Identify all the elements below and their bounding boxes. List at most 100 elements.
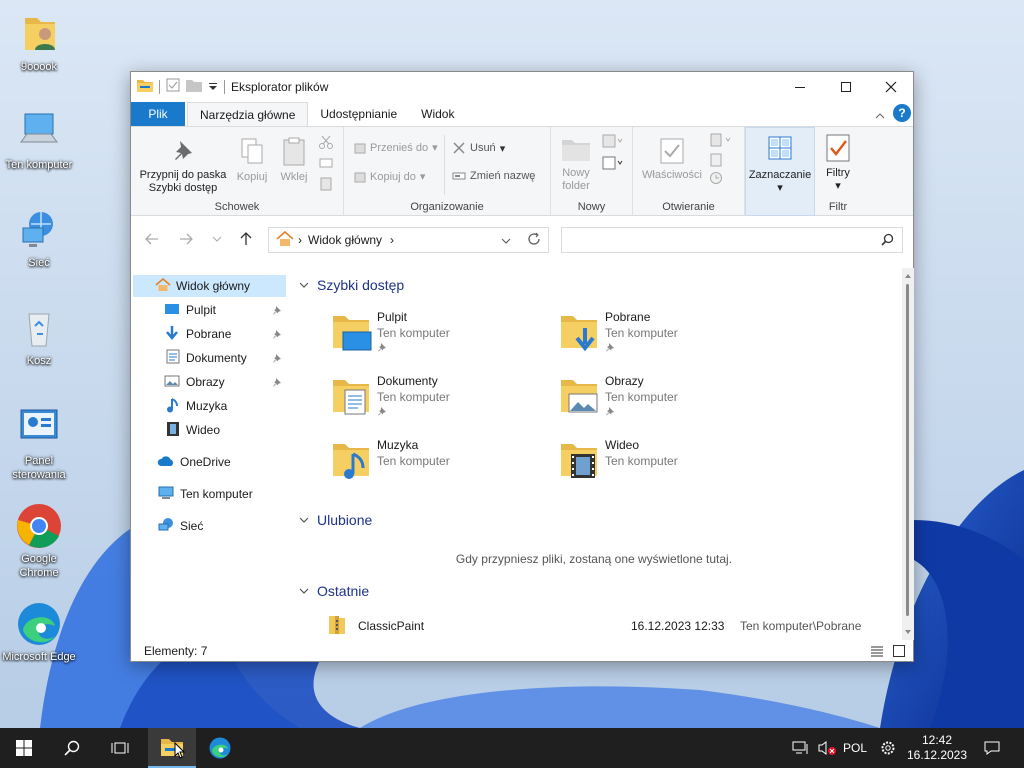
- move-to-button[interactable]: Przenieś do ▾: [354, 141, 438, 154]
- pin-icon[interactable]: [272, 304, 282, 318]
- search-box[interactable]: [561, 227, 903, 253]
- notifications-icon[interactable]: [978, 728, 1006, 768]
- section-header-recent[interactable]: Ostatnie: [299, 583, 369, 599]
- cut-icon[interactable]: [319, 135, 333, 152]
- delete-icon: [453, 142, 465, 154]
- copy-to-button[interactable]: Kopiuj do ▾: [354, 170, 425, 183]
- edit-icon[interactable]: [709, 153, 723, 170]
- divider: [224, 79, 225, 94]
- easy-access-icon[interactable]: [601, 155, 623, 174]
- nav-item-music[interactable]: Muzyka: [133, 395, 286, 417]
- details-view-icon[interactable]: [871, 645, 883, 660]
- breadcrumb-home[interactable]: Widok główny: [308, 233, 382, 247]
- help-icon[interactable]: ?: [893, 104, 911, 122]
- settings-gear-icon[interactable]: [874, 728, 902, 768]
- paste-shortcut-icon[interactable]: [319, 177, 333, 194]
- desktop-icon-recycle-bin[interactable]: Kosz: [1, 304, 77, 368]
- new-folder-button[interactable]: Nowy folder: [555, 137, 597, 193]
- desktop-icon-chrome[interactable]: Google Chrome: [1, 502, 77, 580]
- copy-path-icon[interactable]: [319, 157, 333, 172]
- tab-view[interactable]: Widok: [409, 102, 466, 126]
- maximize-button[interactable]: [823, 72, 869, 101]
- network-status-icon[interactable]: [788, 728, 814, 768]
- forward-button[interactable]: [175, 228, 197, 250]
- desktop-icon-user[interactable]: 9ooook: [1, 10, 77, 74]
- up-button[interactable]: [235, 228, 257, 250]
- quick-access-item-videos[interactable]: Wideo Ten komputer: [559, 438, 779, 490]
- quick-access-item-desktop[interactable]: Pulpit Ten komputer: [331, 310, 551, 362]
- nav-item-this-pc[interactable]: Ten komputer: [133, 483, 286, 505]
- volume-muted-icon[interactable]: [814, 728, 840, 768]
- address-dropdown-icon[interactable]: [501, 234, 511, 248]
- item-name: Wideo: [605, 438, 640, 452]
- nav-item-onedrive[interactable]: OneDrive: [133, 451, 286, 473]
- recent-locations-button[interactable]: [206, 228, 228, 250]
- title-bar[interactable]: Eksplorator plików: [131, 72, 913, 101]
- quick-access-item-downloads[interactable]: Pobrane Ten komputer: [559, 310, 779, 362]
- quick-access-item-music[interactable]: Muzyka Ten komputer: [331, 438, 551, 490]
- paste-button[interactable]: Wklej: [275, 137, 313, 184]
- section-header-quick-access[interactable]: Szybki dostęp: [299, 277, 404, 293]
- nav-item-videos[interactable]: Wideo: [133, 419, 286, 441]
- new-folder-quick-icon[interactable]: [186, 79, 202, 95]
- properties-button[interactable]: Właściwości: [637, 137, 707, 182]
- pin-quick-access-button[interactable]: Przypnij do paska Szybki dostęp: [135, 137, 231, 195]
- desktop-icon-control-panel[interactable]: Panel sterowania: [1, 404, 77, 482]
- group-new: Nowy folder Nowy: [551, 127, 633, 216]
- scrollbar-thumb[interactable]: [906, 284, 909, 616]
- item-location: Ten komputer: [605, 390, 678, 404]
- windows-logo-icon: [16, 740, 32, 756]
- nav-item-pictures[interactable]: Obrazy: [133, 371, 286, 393]
- select-button[interactable]: Zaznaczanie ▾: [746, 134, 814, 195]
- properties-quick-icon[interactable]: [166, 78, 180, 95]
- tab-file[interactable]: Plik: [131, 102, 185, 126]
- filters-button[interactable]: Filtry ▾: [817, 133, 859, 193]
- delete-button[interactable]: Usuń ▾: [452, 141, 505, 155]
- clock[interactable]: 12:42 16.12.2023: [904, 728, 970, 768]
- arrow-right-icon: [180, 233, 193, 245]
- nav-item-documents[interactable]: Dokumenty: [133, 347, 286, 369]
- search-button[interactable]: [48, 728, 96, 768]
- new-item-icon[interactable]: [601, 133, 623, 152]
- tab-home[interactable]: Narzędzia główne: [187, 102, 309, 126]
- nav-item-network[interactable]: Sieć: [133, 515, 286, 537]
- language-indicator[interactable]: POL: [840, 728, 870, 768]
- taskbar-file-explorer[interactable]: [148, 728, 196, 768]
- pin-icon[interactable]: [272, 376, 282, 390]
- list-item[interactable]: ClassicPaint 16.12.2023 12:33 Ten komput…: [327, 614, 897, 638]
- taskbar-edge[interactable]: [196, 728, 244, 768]
- task-view-button[interactable]: [96, 728, 144, 768]
- close-button[interactable]: [868, 72, 914, 101]
- refresh-icon[interactable]: [527, 232, 541, 249]
- item-location: Ten komputer: [605, 454, 678, 468]
- desktop-icon-network[interactable]: Sieć: [1, 206, 77, 270]
- back-button[interactable]: [141, 228, 163, 250]
- quick-access-item-documents[interactable]: Dokumenty Ten komputer: [331, 374, 551, 426]
- pin-icon[interactable]: [272, 352, 282, 366]
- nav-item-downloads[interactable]: Pobrane: [133, 323, 286, 345]
- history-icon[interactable]: [709, 171, 723, 188]
- minimize-button[interactable]: [777, 72, 823, 101]
- chevron-up-icon[interactable]: [875, 109, 885, 123]
- large-icons-view-icon[interactable]: [893, 645, 905, 660]
- chevron-down-icon[interactable]: [208, 80, 218, 94]
- section-header-favorites[interactable]: Ulubione: [299, 512, 372, 528]
- start-button[interactable]: [0, 728, 48, 768]
- search-icon[interactable]: [881, 233, 894, 249]
- tab-share[interactable]: Udostępnianie: [308, 102, 409, 126]
- nav-item-desktop[interactable]: Pulpit: [133, 299, 286, 321]
- rename-button[interactable]: Zmień nazwę: [452, 170, 535, 182]
- pin-icon[interactable]: [272, 328, 282, 342]
- scroll-up-arrow-icon[interactable]: [902, 271, 914, 281]
- search-input[interactable]: [568, 229, 868, 251]
- copy-button[interactable]: Kopiuj: [233, 137, 271, 184]
- nav-item-home[interactable]: Widok główny: [133, 275, 286, 297]
- desktop-icon-edge[interactable]: Microsoft Edge: [1, 600, 77, 664]
- desktop-icon-this-pc[interactable]: Ten komputer: [1, 108, 77, 172]
- open-icon[interactable]: [709, 133, 733, 150]
- quick-access-item-pictures[interactable]: Obrazy Ten komputer: [559, 374, 779, 426]
- vertical-scrollbar[interactable]: [902, 268, 914, 640]
- item-name: Pulpit: [377, 310, 408, 324]
- address-bar[interactable]: › Widok główny ›: [268, 227, 549, 253]
- scroll-down-arrow-icon[interactable]: [902, 627, 914, 637]
